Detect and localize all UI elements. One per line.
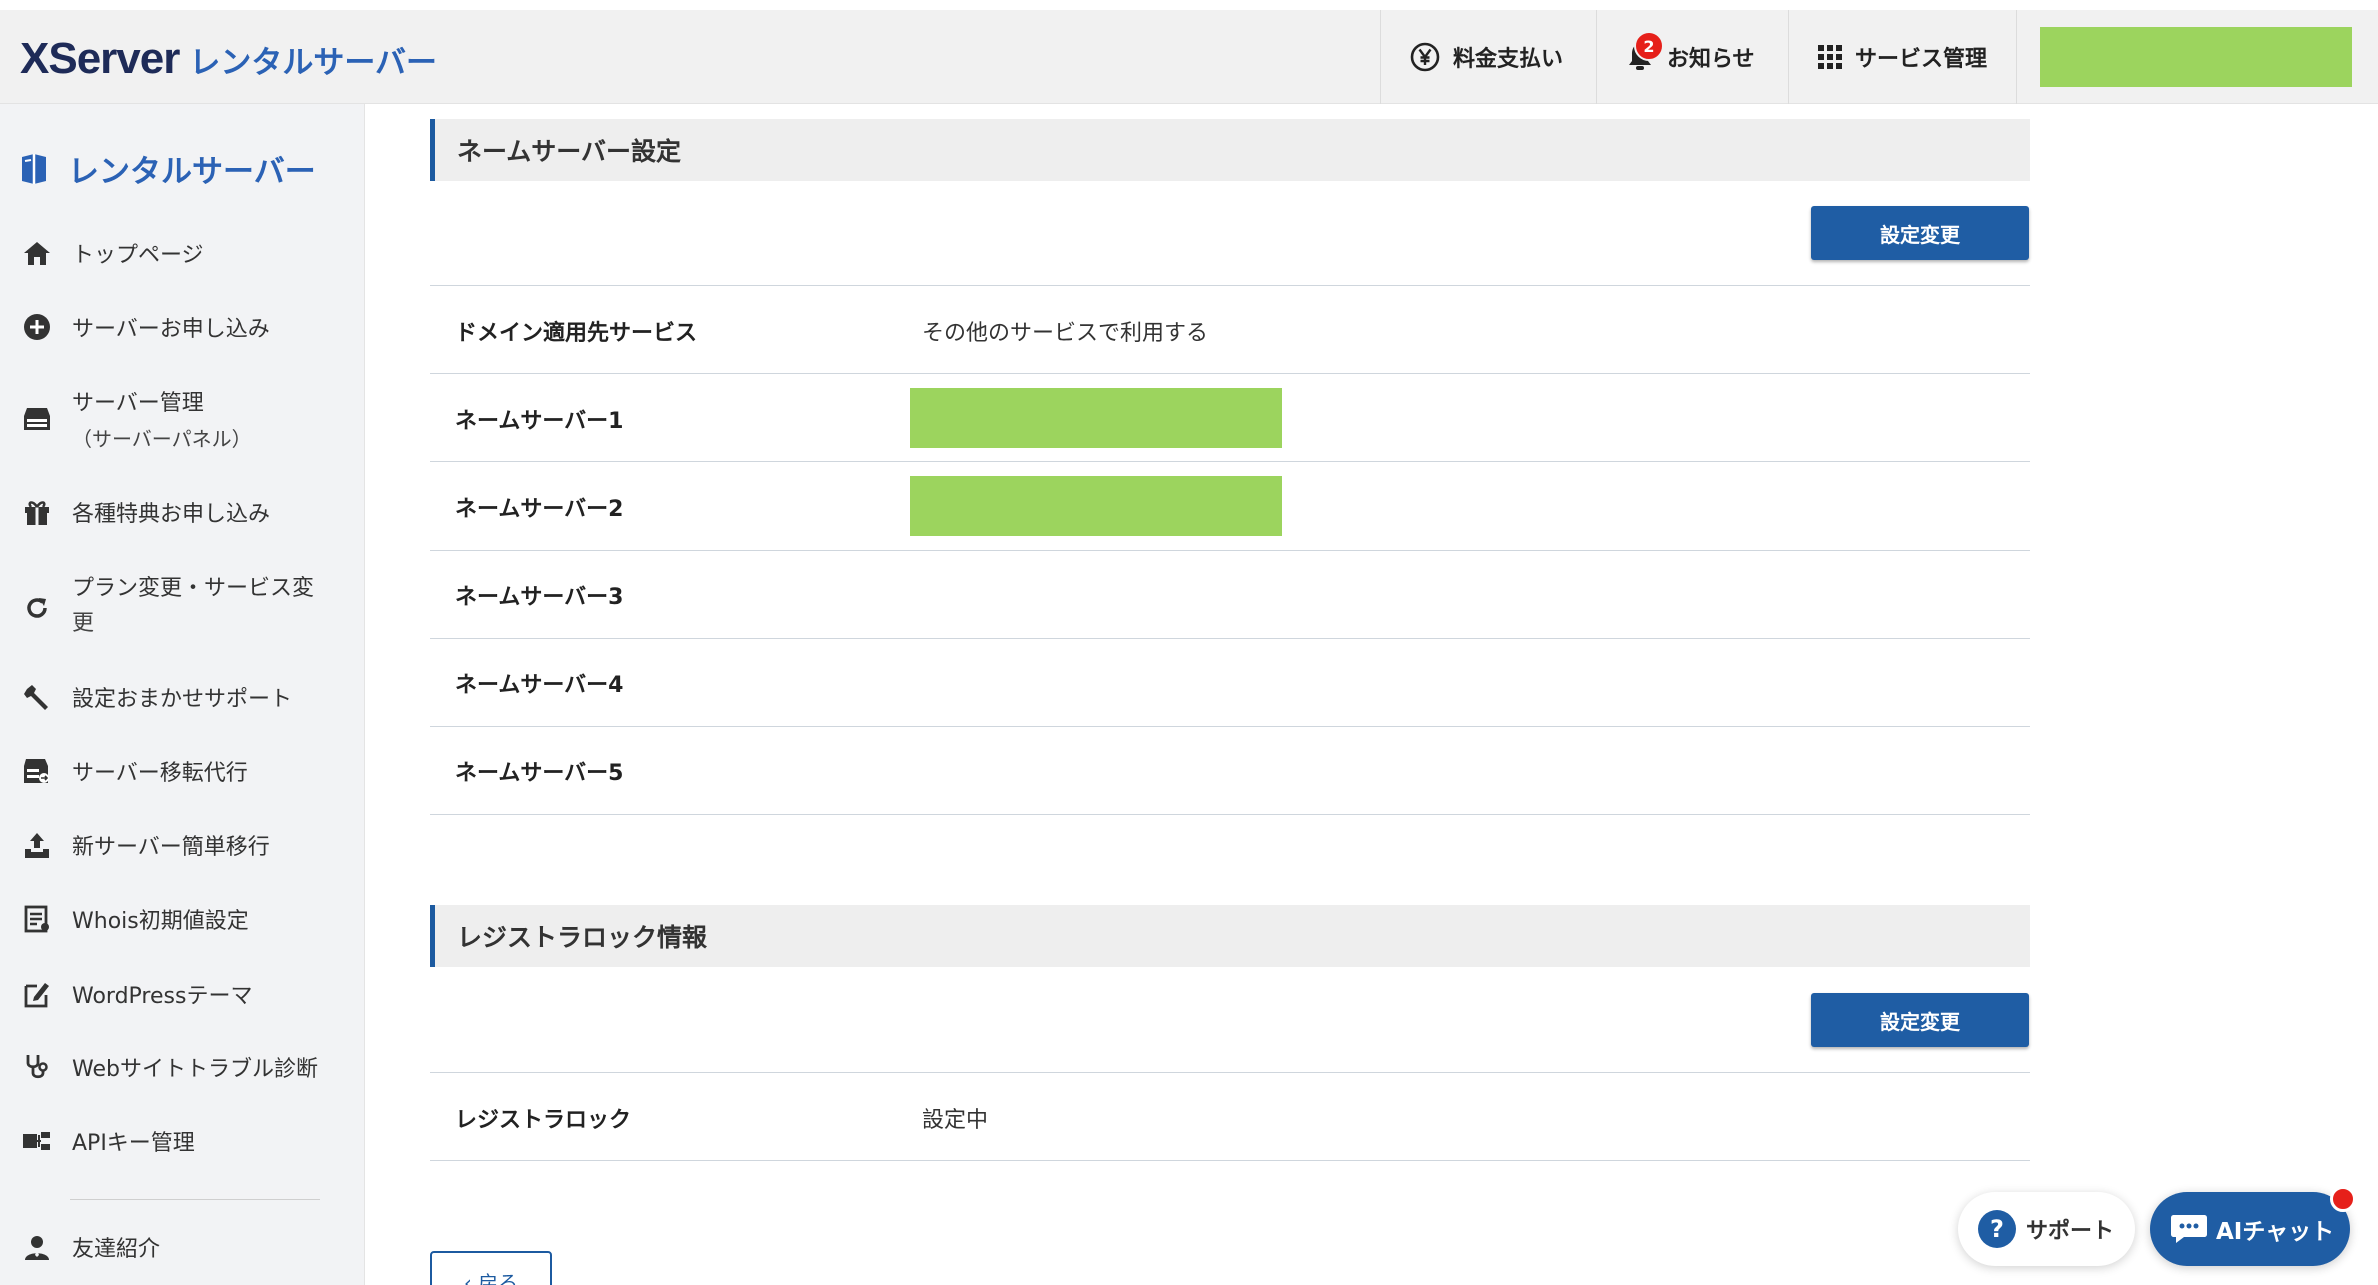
sidebar-item-setup-support[interactable]: 設定おまかせサポート (22, 682, 292, 718)
sidebar-item-server-apply[interactable]: サーバーお申し込み (22, 312, 270, 348)
divider (430, 373, 2030, 374)
stethoscope-icon (22, 1052, 52, 1082)
sidebar-title[interactable]: レンタルサーバー (20, 146, 316, 191)
registry-change-button[interactable]: 設定変更 (1811, 993, 2029, 1047)
nav-notice-label: お知らせ (1667, 47, 1755, 72)
nav-service[interactable]: サービス管理 (1788, 10, 2016, 104)
sidebar-item-label: 友達紹介 (72, 1237, 161, 1262)
sidebar-item-label: プラン変更・サービス変 (72, 576, 315, 601)
divider (430, 726, 2030, 727)
book-icon (22, 153, 46, 184)
sidebar-item-referral[interactable]: 友達紹介 (22, 1232, 160, 1268)
divider (430, 1160, 2030, 1161)
sidebar-item-benefits[interactable]: 各種特典お申し込み (22, 497, 270, 533)
ns2-value-redacted (910, 476, 1282, 536)
nav-service-label: サービス管理 (1855, 47, 1988, 72)
sidebar-item-label: 各種特典お申し込み (72, 502, 271, 527)
sidebar: レンタルサーバー トップページ サーバーお申し込み サーバー管理 （サーバーパネ… (0, 104, 365, 1285)
question-icon: ? (1978, 1210, 2016, 1248)
server-icon (22, 404, 52, 434)
sidebar-item-sublabel: 更 (72, 611, 95, 636)
ai-chat-button[interactable]: AIチャット (2150, 1192, 2350, 1266)
user-account-redacted[interactable] (2040, 27, 2352, 87)
row-value-domain-service: その他のサービスで利用する (922, 321, 1209, 346)
sidebar-item-easy-migration[interactable]: 新サーバー簡単移行 (22, 830, 270, 866)
grid-icon (1818, 45, 1842, 69)
sidebar-item-label: サーバー管理 (72, 391, 204, 416)
top-strip (0, 0, 2378, 10)
yen-icon (1410, 42, 1440, 72)
support-label: サポート (2026, 1219, 2115, 1244)
sidebar-divider (70, 1199, 320, 1200)
divider (430, 1072, 2030, 1073)
ns1-value-redacted (910, 388, 1282, 448)
sidebar-item-wordpress-theme[interactable]: WordPressテーマ (22, 979, 252, 1015)
sidebar-item-whois[interactable]: Whois初期値設定 (22, 904, 249, 940)
sidebar-item-server-manage[interactable]: サーバー管理 （サーバーパネル） (22, 386, 252, 456)
edit-icon (22, 979, 52, 1009)
header: XServer レンタルサーバー 料金支払い お知らせ 2 サービス管理 (0, 10, 2378, 104)
divider (430, 461, 2030, 462)
nav-payment-label: 料金支払い (1453, 47, 1564, 72)
row-value-registry-lock: 設定中 (922, 1108, 989, 1133)
upload-icon (22, 830, 52, 860)
home-icon (22, 238, 52, 268)
registry-section-title: レジストラロック情報 (430, 905, 2030, 967)
row-label-ns4: ネームサーバー4 (455, 673, 624, 698)
sidebar-item-api-key[interactable]: APIキー管理 (22, 1126, 195, 1162)
sidebar-item-label: 新サーバー簡単移行 (72, 835, 270, 860)
divider (430, 550, 2030, 551)
sidebar-item-label: Whois初期値設定 (72, 909, 249, 934)
sidebar-title-label: レンタルサーバー (68, 154, 316, 190)
row-label-domain-service: ドメイン適用先サービス (455, 321, 698, 346)
divider (430, 814, 2030, 815)
logo-sub: レンタルサーバー (189, 45, 438, 81)
person-icon (22, 1232, 52, 1262)
sidebar-item-label: サーバー移転代行 (72, 761, 248, 786)
row-label-ns1: ネームサーバー1 (455, 409, 624, 434)
sidebar-item-server-transfer[interactable]: サーバー移転代行 (22, 756, 248, 792)
api-key-icon (22, 1126, 52, 1156)
row-label-ns5: ネームサーバー5 (455, 761, 624, 786)
sidebar-item-label: APIキー管理 (72, 1131, 195, 1156)
sidebar-item-sublabel: （サーバーパネル） (72, 427, 252, 451)
logo-main: XServer (20, 34, 180, 83)
sidebar-item-plan-change[interactable]: プラン変更・サービス変 更 (22, 571, 332, 641)
server-transfer-icon (22, 756, 52, 786)
row-label-ns2: ネームサーバー2 (455, 497, 624, 522)
divider (430, 638, 2030, 639)
document-icon (22, 904, 52, 934)
back-button[interactable]: ‹ 戻る (430, 1251, 552, 1285)
sidebar-item-label: Webサイトトラブル診断 (72, 1057, 318, 1082)
row-label-ns3: ネームサーバー3 (455, 585, 624, 610)
chat-icon (2171, 1215, 2207, 1243)
divider (430, 285, 2030, 286)
nav-payment[interactable]: 料金支払い (1380, 10, 1596, 104)
nameserver-section-title: ネームサーバー設定 (430, 119, 2030, 181)
sidebar-item-label: サーバーお申し込み (72, 317, 270, 342)
row-label-registry-lock: レジストラロック (455, 1108, 632, 1133)
wrench-icon (22, 682, 52, 712)
notice-badge: 2 (1634, 31, 1664, 61)
plus-circle-icon (22, 312, 52, 342)
sidebar-item-label: 設定おまかせサポート (72, 687, 293, 712)
ai-chat-notification-dot (2330, 1186, 2356, 1212)
sidebar-item-label: WordPressテーマ (72, 984, 253, 1009)
support-button[interactable]: ? サポート (1958, 1192, 2135, 1266)
logo[interactable]: XServer レンタルサーバー (20, 34, 437, 84)
ai-chat-label: AIチャット (2216, 1219, 2335, 1245)
sidebar-item-top[interactable]: トップページ (22, 238, 204, 274)
sidebar-item-label: トップページ (72, 243, 204, 268)
refresh-icon (22, 593, 52, 623)
nav-notice[interactable]: お知らせ (1596, 10, 1788, 104)
sidebar-item-site-diagnosis[interactable]: Webサイトトラブル診断 (22, 1052, 318, 1088)
gift-icon (22, 497, 52, 527)
nameserver-change-button[interactable]: 設定変更 (1811, 206, 2029, 260)
